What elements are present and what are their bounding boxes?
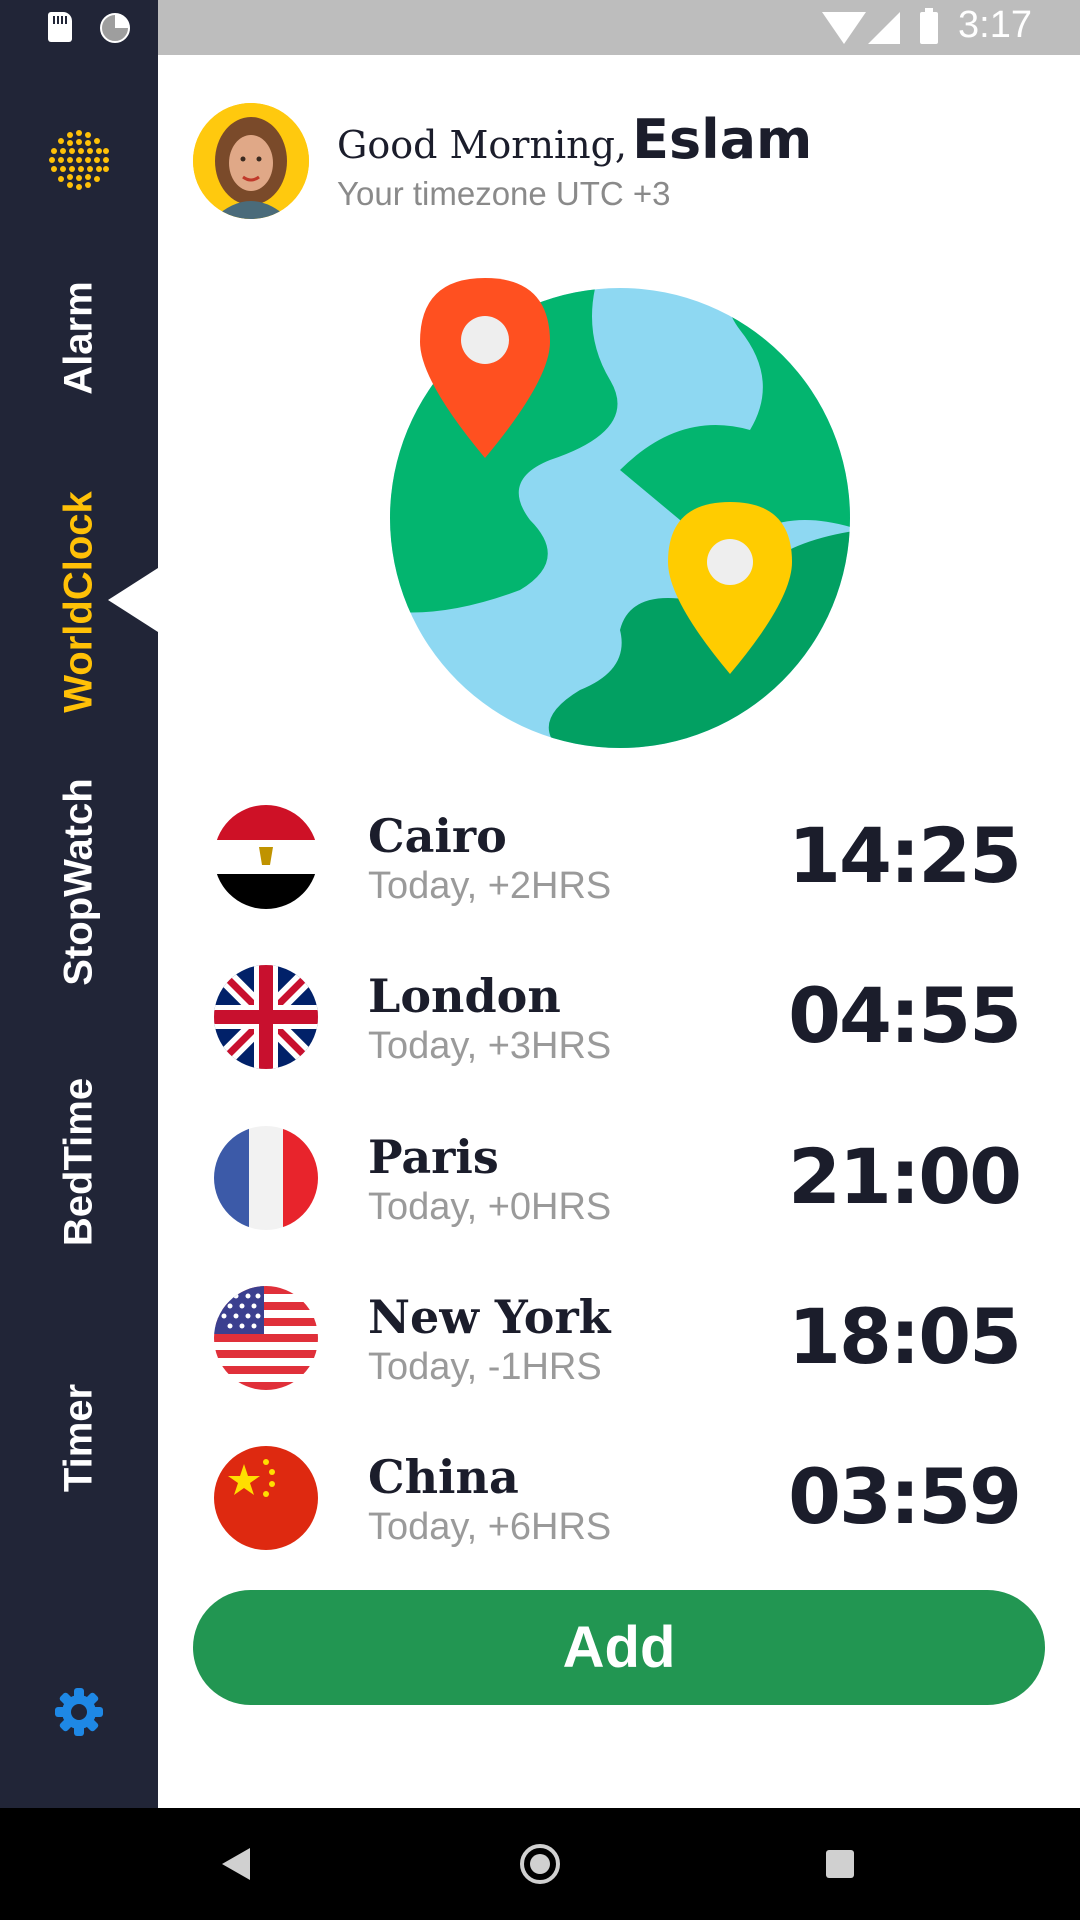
- globe-with-location-pins-icon: [390, 278, 850, 748]
- gear-icon[interactable]: [52, 1685, 106, 1739]
- sidebar: Alarm WorldClock StopWatch BedTime Timer: [0, 55, 158, 1808]
- city-time: 03:59: [788, 1452, 1022, 1541]
- list-item-london[interactable]: London Today, +3HRS 04:55: [158, 945, 1080, 1085]
- city-name: London: [368, 969, 561, 1023]
- france-flag-icon: [214, 1126, 318, 1230]
- wifi-icon: [822, 12, 866, 44]
- city-time: 04:55: [788, 971, 1022, 1060]
- city-name: China: [368, 1450, 519, 1504]
- recent-apps-icon[interactable]: [826, 1850, 854, 1878]
- city-name: Paris: [368, 1130, 499, 1184]
- status-bar: 3:17: [0, 0, 1080, 55]
- city-offset: Today, -1HRS: [368, 1346, 602, 1388]
- city-offset: Today, +3HRS: [368, 1025, 612, 1067]
- sidebar-item-worldclock[interactable]: WorldClock: [57, 491, 102, 713]
- sidebar-item-timer[interactable]: Timer: [57, 1384, 102, 1492]
- greeting-text: Good Morning,: [337, 123, 627, 167]
- usa-flag-icon: [214, 1286, 318, 1390]
- avatar-image: [193, 103, 309, 219]
- active-indicator: [108, 568, 158, 632]
- list-item-paris[interactable]: Paris Today, +0HRS 21:00: [158, 1106, 1080, 1246]
- back-icon[interactable]: [222, 1848, 250, 1880]
- navigation-bar: [0, 1808, 1080, 1920]
- avatar[interactable]: [193, 103, 309, 219]
- china-flag-icon: [214, 1446, 318, 1550]
- list-item-china[interactable]: China Today, +6HRS 03:59: [158, 1426, 1080, 1566]
- home-icon[interactable]: [520, 1844, 560, 1884]
- list-item-cairo[interactable]: Cairo Today, +2HRS 14:25: [158, 785, 1080, 925]
- egypt-flag-icon: [214, 805, 318, 909]
- status-bar-left: [0, 0, 158, 55]
- city-time: 14:25: [788, 811, 1022, 900]
- uk-flag-icon: [214, 965, 318, 1069]
- sidebar-item-bedtime[interactable]: BedTime: [57, 1078, 102, 1246]
- timezone-label: Your timezone UTC +3: [337, 175, 671, 212]
- city-name: New York: [368, 1290, 611, 1344]
- city-offset: Today, +2HRS: [368, 865, 612, 907]
- list-item-new-york[interactable]: New York Today, -1HRS 18:05: [158, 1266, 1080, 1406]
- sidebar-item-alarm[interactable]: Alarm: [57, 281, 102, 394]
- sync-icon: [100, 13, 130, 43]
- city-offset: Today, +0HRS: [368, 1186, 612, 1228]
- app-logo-icon: [49, 130, 109, 190]
- battery-icon: [920, 8, 938, 44]
- user-name: Eslam: [632, 108, 813, 171]
- sidebar-item-stopwatch[interactable]: StopWatch: [57, 778, 102, 985]
- add-button[interactable]: Add: [193, 1590, 1045, 1705]
- city-time: 18:05: [788, 1292, 1022, 1381]
- status-time: 3:17: [958, 4, 1032, 46]
- city-time: 21:00: [788, 1132, 1022, 1221]
- signal-icon: [868, 12, 900, 44]
- city-name: Cairo: [368, 809, 507, 863]
- sd-card-icon: [48, 12, 72, 42]
- city-offset: Today, +6HRS: [368, 1506, 612, 1548]
- greeting: Good Morning, Eslam: [337, 108, 812, 171]
